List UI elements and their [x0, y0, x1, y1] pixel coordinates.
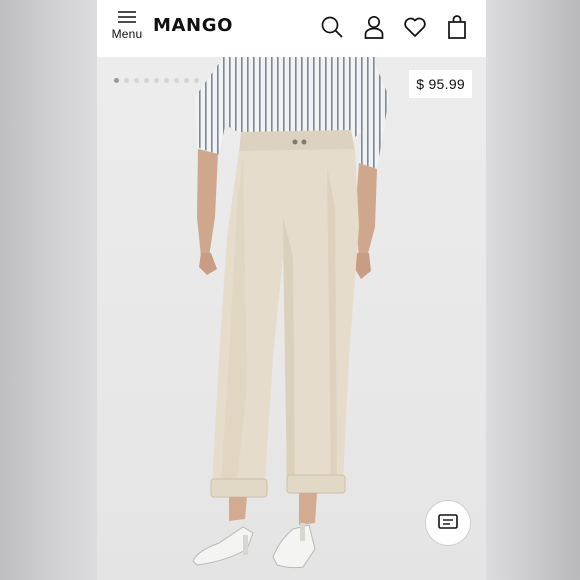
gallery-pagination[interactable]: [114, 78, 199, 83]
account-icon[interactable]: [361, 14, 387, 40]
wishlist-heart-icon[interactable]: [402, 14, 428, 40]
gallery-dot[interactable]: [174, 78, 179, 83]
top-header: Menu MANGO: [97, 0, 486, 57]
gallery-dot[interactable]: [114, 78, 119, 83]
phone-screen: Menu MANGO $ 95.99: [97, 0, 486, 580]
menu-icon: [116, 9, 138, 25]
menu-button[interactable]: Menu: [107, 9, 147, 49]
price-tag: $ 95.99: [409, 70, 472, 98]
gallery-dot[interactable]: [124, 78, 129, 83]
gallery-dot[interactable]: [154, 78, 159, 83]
search-icon[interactable]: [319, 14, 345, 40]
product-gallery[interactable]: $ 95.99: [97, 57, 486, 580]
gallery-dot[interactable]: [164, 78, 169, 83]
product-photo: [192, 57, 389, 569]
left-backdrop: [0, 0, 97, 580]
right-backdrop: [486, 0, 580, 580]
brand-logo[interactable]: MANGO: [153, 15, 233, 36]
gallery-dot[interactable]: [194, 78, 199, 83]
shopping-bag-icon[interactable]: [444, 14, 470, 40]
menu-label: Menu: [111, 27, 143, 41]
gallery-dot[interactable]: [134, 78, 139, 83]
gallery-dot[interactable]: [144, 78, 149, 83]
chat-button[interactable]: [425, 500, 471, 546]
chat-icon: [437, 513, 459, 536]
gallery-dot[interactable]: [184, 78, 189, 83]
